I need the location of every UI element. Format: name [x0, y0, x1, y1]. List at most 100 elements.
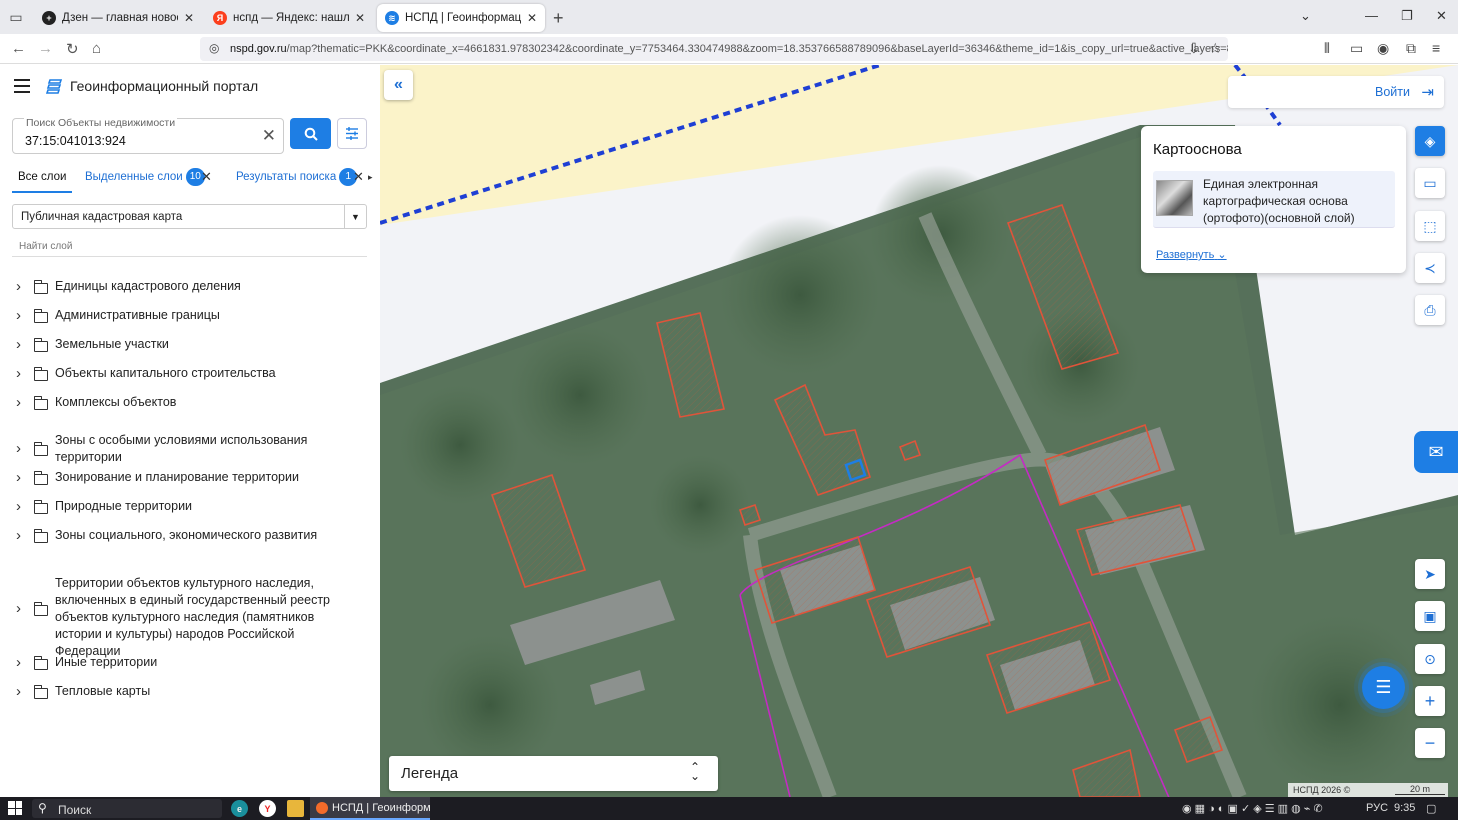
yandex-favicon-icon: Я — [213, 11, 227, 25]
collapse-panel-button[interactable]: « — [384, 70, 413, 100]
layer-group-label: Территории объектов культурного наследия… — [55, 576, 331, 658]
language-indicator[interactable]: РУС — [1366, 802, 1388, 814]
home-icon[interactable]: ⌂ — [92, 40, 101, 57]
browser-tab-dzen[interactable]: + Дзен — главная новостная ин ✕ — [34, 4, 202, 32]
zoom-in-button[interactable]: + — [1415, 686, 1445, 716]
url-bar[interactable]: ◎ nspd.gov.ru/map?thematic=PKK&coordinat… — [200, 37, 1228, 61]
chevron-right-icon[interactable]: › — [16, 654, 21, 671]
back-icon[interactable]: ← — [11, 40, 26, 57]
tabs-scroll-right-icon[interactable]: ▸ — [368, 172, 373, 183]
chevron-right-icon[interactable]: › — [16, 336, 21, 353]
layer-group[interactable]: › Тепловые карты — [0, 683, 380, 700]
sidebar-icon[interactable]: ▭ — [1350, 40, 1363, 57]
layer-group[interactable]: › Комплексы объектов — [0, 394, 380, 411]
tab-all-layers[interactable]: Все слои — [11, 171, 73, 193]
account-icon[interactable]: ◉ — [1377, 40, 1389, 57]
notifications-icon[interactable]: ▢ — [1426, 802, 1436, 815]
tab-overflow-icon[interactable]: ⌄ — [1300, 8, 1311, 24]
chevron-right-icon[interactable]: › — [16, 683, 21, 700]
close-window-icon[interactable]: ✕ — [1436, 8, 1447, 24]
tab-search-results[interactable]: Результаты поиска 1 — [236, 168, 358, 186]
chevron-right-icon[interactable]: › — [16, 278, 21, 295]
find-layer-input[interactable]: Найти слой — [12, 241, 367, 257]
folder-icon — [33, 279, 48, 294]
browser-tab-yandex[interactable]: Я нспд — Яндекс: нашлось 4 тыс ✕ — [205, 4, 373, 32]
edge-icon[interactable]: e — [231, 800, 248, 817]
forward-icon[interactable]: → — [38, 40, 53, 57]
filter-button[interactable] — [337, 118, 367, 149]
browser-tab-nspd[interactable]: ≋ НСПД | Геоинформационный ✕ — [377, 4, 545, 32]
close-tab-icon[interactable]: ✕ — [527, 11, 537, 25]
chevron-right-icon[interactable]: › — [16, 600, 21, 617]
restore-icon[interactable]: ❐ — [1401, 8, 1413, 24]
extensions-icon[interactable]: ⧉ — [1406, 40, 1416, 57]
login-button[interactable]: Войти ⇥ — [1228, 76, 1444, 108]
minimize-icon[interactable]: — — [1365, 8, 1378, 23]
close-tab-icon[interactable]: ✕ — [355, 11, 365, 25]
clear-search-icon[interactable]: ✕ — [262, 127, 276, 144]
measure-tool-button[interactable]: ▭ — [1415, 168, 1445, 198]
dropdown-caret-icon[interactable]: ▼ — [344, 205, 366, 228]
basemap-item[interactable]: Единая электронная картографическая осно… — [1153, 171, 1395, 228]
reload-icon[interactable]: ↻ — [66, 40, 79, 58]
search-value[interactable]: 37:15:041013:924 — [25, 134, 126, 148]
tray-icons[interactable]: ◉ ▦ ◑ ◐ ▣ ✓ ◈ ☰ ▥ ◍ ⌁ ✆ — [1182, 802, 1323, 815]
search-on-map-button[interactable]: ⊙ — [1415, 644, 1445, 674]
layers-tool-button[interactable]: ◈ — [1415, 126, 1445, 156]
save-page-icon[interactable]: ⇩ — [1188, 40, 1200, 57]
legend-panel[interactable]: Легенда ⌃ ⌄ — [389, 756, 718, 791]
map-type-select[interactable]: Публичная кадастровая карта ▼ — [12, 204, 367, 229]
layer-group[interactable]: › Единицы кадастрового деления — [0, 278, 380, 295]
chevron-right-icon[interactable]: › — [16, 365, 21, 382]
tab-list-icon[interactable]: ▭ — [6, 7, 26, 27]
expand-link[interactable]: Развернуть ⌄ — [1156, 248, 1227, 261]
layer-group[interactable]: › Иные территории — [0, 654, 380, 671]
layer-group[interactable]: › Административные границы — [0, 307, 380, 324]
layer-group[interactable]: › Земельные участки — [0, 336, 380, 353]
layer-group[interactable]: › Территории объектов культурного наследи… — [0, 575, 380, 658]
layer-group-label: Зоны социального, экономического развити… — [55, 528, 318, 542]
chevron-right-icon[interactable]: › — [16, 469, 21, 486]
search-input[interactable]: Поиск Объекты недвижимости 37:15:041013:… — [12, 117, 284, 154]
tab-title: Дзен — главная новостная ин — [62, 12, 178, 24]
print-button[interactable]: ⎙ — [1415, 295, 1445, 325]
minimap-button[interactable]: ▣ — [1415, 601, 1445, 631]
library-icon[interactable]: ⫴ — [1324, 40, 1330, 57]
tab-selected-layers[interactable]: Выделенные слои 10 — [85, 168, 205, 186]
expand-collapse-icon[interactable]: ⌃ ⌄ — [690, 761, 700, 782]
layer-group[interactable]: › Объекты капитального строительства — [0, 365, 380, 382]
layer-group[interactable]: › Природные территории — [0, 498, 380, 515]
zoom-out-button[interactable]: − — [1415, 728, 1445, 758]
site-info-icon[interactable]: ◎ — [209, 41, 219, 55]
select-area-tool-button[interactable]: ⬚ — [1415, 211, 1445, 241]
assistant-button[interactable]: ✉ — [1414, 431, 1458, 473]
bookmark-star-icon[interactable]: ☆ — [1209, 40, 1222, 57]
windows-start-icon[interactable] — [8, 801, 22, 815]
map-view[interactable]: « Войти ⇥ Картооснова Единая электронная… — [380, 65, 1458, 797]
taskbar-search[interactable]: ⚲ Поиск — [32, 799, 222, 818]
chevron-right-icon[interactable]: › — [16, 394, 21, 411]
close-tab-icon[interactable]: ✕ — [184, 11, 194, 25]
taskbar-firefox-window[interactable]: НСПД | Геоинформа... — [310, 797, 430, 820]
chevron-right-icon[interactable]: › — [16, 440, 21, 457]
chat-button[interactable]: ☰ — [1362, 666, 1405, 709]
hamburger-menu-icon[interactable] — [14, 79, 30, 97]
search-button[interactable] — [290, 118, 331, 149]
chevron-down-icon: ⌄ — [1217, 249, 1227, 261]
layer-group[interactable]: › Зоны с особыми условиями использования … — [0, 432, 380, 466]
chevron-right-icon[interactable]: › — [16, 498, 21, 515]
menu-icon[interactable]: ≡ — [1432, 40, 1440, 56]
file-explorer-icon[interactable] — [287, 800, 304, 817]
close-results-icon[interactable]: ✕ — [353, 169, 364, 185]
share-button[interactable]: ≺ — [1415, 253, 1445, 283]
new-tab-icon[interactable]: + — [553, 8, 564, 29]
yandex-browser-icon[interactable]: Y — [259, 800, 276, 817]
chevron-right-icon[interactable]: › — [16, 307, 21, 324]
layer-group[interactable]: › Зонирование и планирование территории — [0, 469, 380, 486]
locate-me-button[interactable]: ➤ — [1415, 559, 1445, 589]
close-selected-icon[interactable]: ✕ — [201, 169, 212, 185]
layer-group[interactable]: › Зоны социального, экономического развит… — [0, 527, 380, 544]
clock[interactable]: 9:35 — [1394, 802, 1415, 814]
dzen-favicon-icon: + — [42, 11, 56, 25]
chevron-right-icon[interactable]: › — [16, 527, 21, 544]
